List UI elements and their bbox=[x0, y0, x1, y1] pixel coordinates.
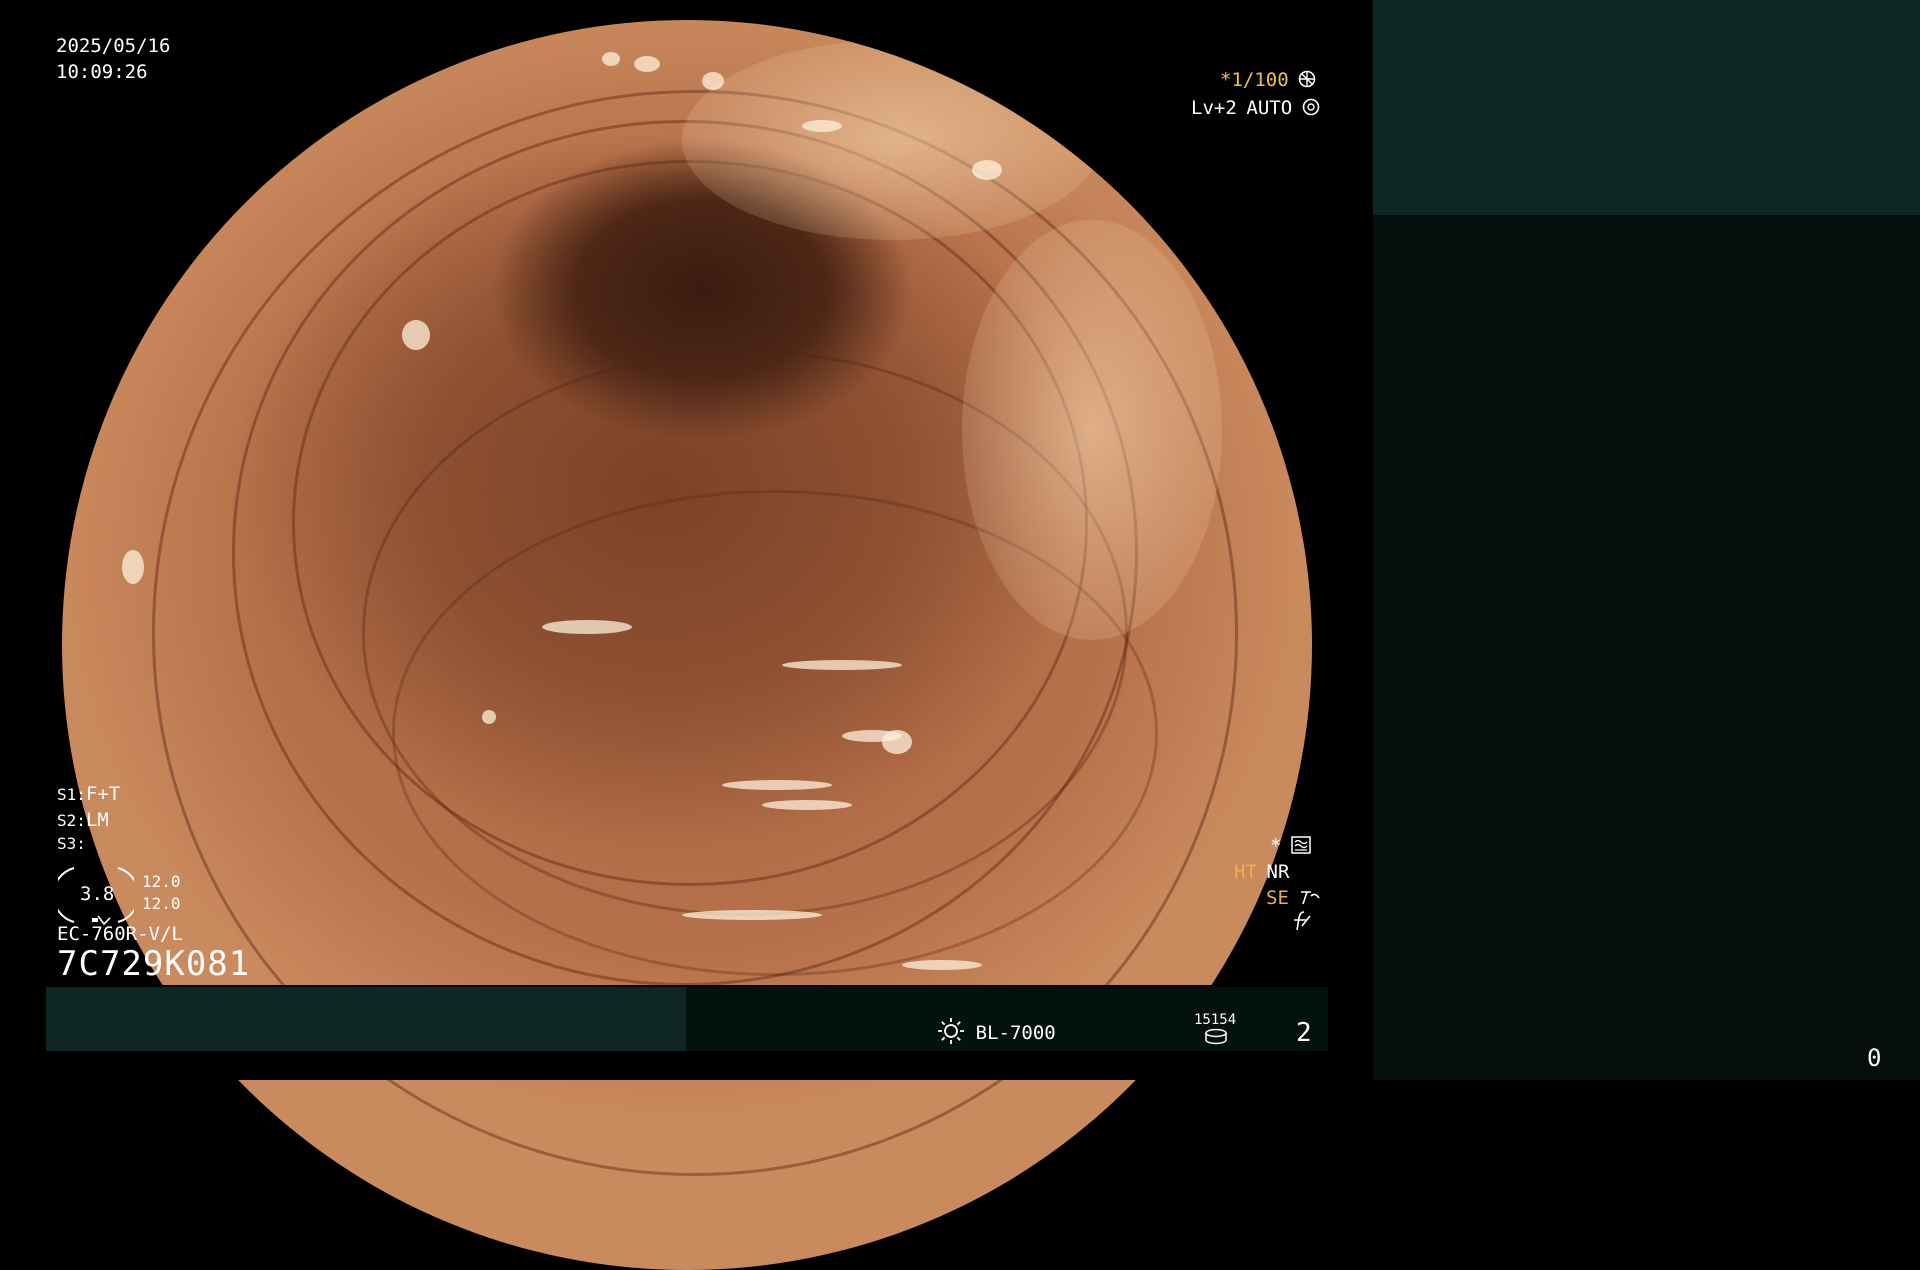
specular-highlight bbox=[682, 910, 822, 920]
se-label: SE bbox=[1266, 887, 1289, 909]
ht-label: HT bbox=[1234, 861, 1257, 883]
switch-s3: S3: bbox=[57, 834, 86, 854]
light-reflection bbox=[962, 220, 1222, 640]
gauge-value: 3.8 bbox=[80, 883, 115, 905]
specular-highlight bbox=[634, 56, 660, 72]
switch-s1-label: S1: bbox=[57, 785, 86, 804]
specular-highlight bbox=[882, 730, 912, 754]
right-panel-header bbox=[1373, 0, 1920, 215]
lamp-icon bbox=[1205, 1028, 1227, 1045]
shutter-icon bbox=[1298, 70, 1316, 88]
specular-highlight bbox=[902, 960, 982, 970]
enhancement-icon bbox=[1291, 836, 1311, 854]
scope-serial: 7C729K081 bbox=[57, 944, 251, 984]
scope-model: EC-760R-V/L bbox=[57, 923, 183, 945]
right-panel bbox=[1373, 215, 1920, 1080]
structure-icon bbox=[1300, 891, 1320, 905]
page-number: 2 bbox=[1296, 1018, 1312, 1048]
specular-highlight bbox=[482, 710, 496, 724]
brightness-readout: Lv+2 AUTO bbox=[1191, 96, 1320, 120]
shutter-readout: *1/100 bbox=[1220, 68, 1316, 92]
gauge-upper-value: 12.0 bbox=[142, 872, 181, 891]
switch-s2: S2:LM bbox=[57, 808, 109, 832]
iris-value: AUTO bbox=[1246, 97, 1293, 119]
shutter-value: *1/100 bbox=[1220, 69, 1289, 91]
light-source-name: BL-7000 bbox=[975, 1022, 1056, 1044]
specular-highlight bbox=[402, 320, 430, 350]
specular-highlight bbox=[542, 620, 632, 634]
specular-highlight bbox=[722, 780, 832, 790]
light-source: BL-7000 bbox=[936, 1016, 1056, 1046]
switch-s2-value: LM bbox=[85, 809, 109, 831]
specular-highlight bbox=[602, 52, 620, 66]
specular-highlight bbox=[702, 72, 724, 90]
usage-counter: 15154 bbox=[1194, 1012, 1237, 1028]
specular-highlight bbox=[762, 800, 852, 810]
filter-icon bbox=[1294, 911, 1311, 931]
light-reflection bbox=[682, 40, 1102, 240]
date-readout: 2025/05/16 bbox=[56, 35, 171, 57]
specular-highlight bbox=[122, 550, 144, 584]
level-value: Lv+2 bbox=[1191, 97, 1237, 119]
iris-icon bbox=[1302, 98, 1320, 116]
status-bar-left-panel bbox=[46, 987, 686, 1051]
right-panel-count: 0 bbox=[1867, 1044, 1882, 1072]
specular-highlight bbox=[782, 660, 902, 670]
endoscope-view bbox=[62, 20, 1312, 1270]
enhancement-indicator: * bbox=[1270, 834, 1311, 858]
time-readout: 10:09:26 bbox=[56, 61, 148, 83]
sun-icon bbox=[938, 1018, 964, 1044]
specular-highlight bbox=[802, 120, 842, 132]
gauge-lower-value: 12.0 bbox=[142, 894, 181, 913]
nr-label: NR bbox=[1266, 861, 1290, 883]
structure-enhancement-indicator: SE bbox=[1266, 886, 1321, 910]
switch-s2-label: S2: bbox=[57, 811, 86, 830]
noise-reduction-indicator: HT NR bbox=[1234, 860, 1289, 884]
switch-s1-value: F+T bbox=[85, 783, 121, 805]
enhancement-star: * bbox=[1270, 835, 1282, 857]
switch-s1: S1:F+T bbox=[57, 782, 120, 806]
specular-highlight bbox=[972, 160, 1002, 180]
switch-s3-label: S3: bbox=[57, 834, 86, 853]
